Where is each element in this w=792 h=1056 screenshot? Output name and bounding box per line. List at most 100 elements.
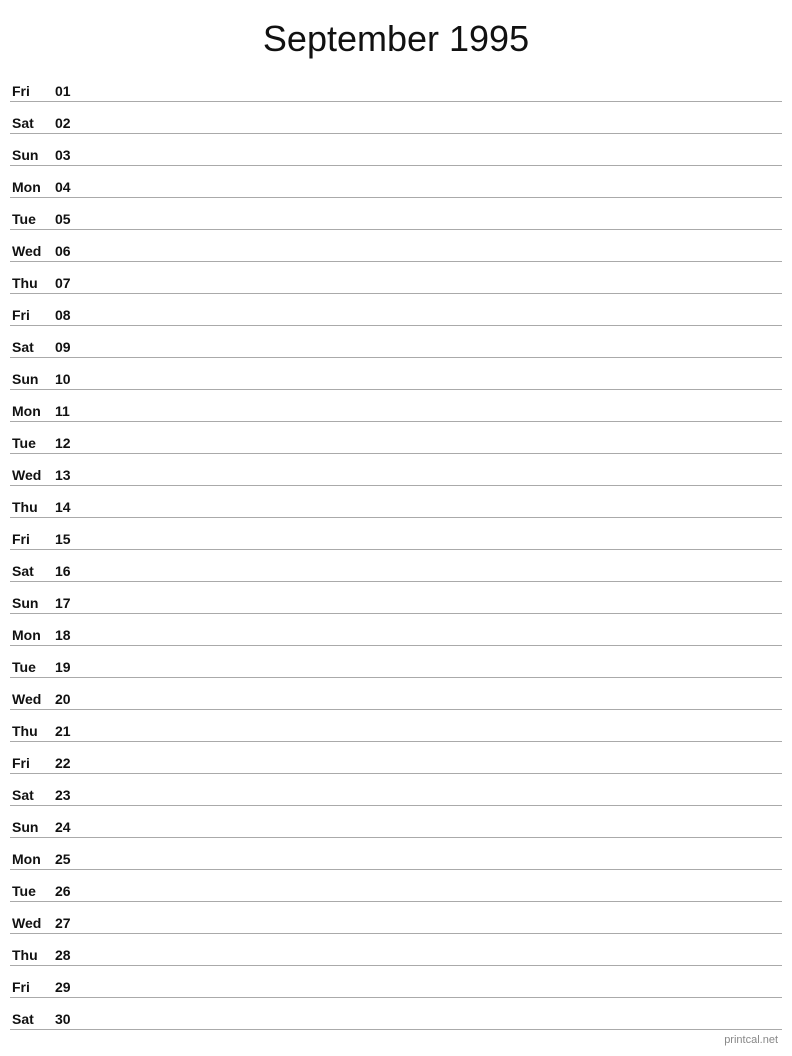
day-line xyxy=(87,674,782,675)
day-name: Fri xyxy=(10,979,55,995)
day-number: 02 xyxy=(55,115,87,131)
day-line xyxy=(87,130,782,131)
day-name: Tue xyxy=(10,659,55,675)
day-number: 18 xyxy=(55,627,87,643)
day-row: Fri15 xyxy=(10,518,782,550)
day-row: Sat09 xyxy=(10,326,782,358)
day-line xyxy=(87,546,782,547)
day-name: Wed xyxy=(10,915,55,931)
day-number: 07 xyxy=(55,275,87,291)
day-row: Tue12 xyxy=(10,422,782,454)
day-number: 24 xyxy=(55,819,87,835)
day-row: Wed20 xyxy=(10,678,782,710)
day-name: Thu xyxy=(10,499,55,515)
day-number: 15 xyxy=(55,531,87,547)
day-name: Sun xyxy=(10,819,55,835)
day-line xyxy=(87,866,782,867)
day-name: Fri xyxy=(10,83,55,99)
day-name: Sun xyxy=(10,595,55,611)
day-name: Fri xyxy=(10,531,55,547)
day-name: Sat xyxy=(10,115,55,131)
day-row: Fri29 xyxy=(10,966,782,998)
day-name: Sat xyxy=(10,787,55,803)
day-row: Mon18 xyxy=(10,614,782,646)
day-name: Mon xyxy=(10,179,55,195)
day-row: Thu07 xyxy=(10,262,782,294)
day-name: Fri xyxy=(10,307,55,323)
day-line xyxy=(87,258,782,259)
day-row: Fri22 xyxy=(10,742,782,774)
page-title: September 1995 xyxy=(0,0,792,70)
day-line xyxy=(87,514,782,515)
day-number: 26 xyxy=(55,883,87,899)
day-name: Tue xyxy=(10,435,55,451)
day-line xyxy=(87,226,782,227)
day-number: 21 xyxy=(55,723,87,739)
day-line xyxy=(87,706,782,707)
day-number: 06 xyxy=(55,243,87,259)
day-line xyxy=(87,962,782,963)
calendar-container: Fri01Sat02Sun03Mon04Tue05Wed06Thu07Fri08… xyxy=(0,70,792,1030)
day-row: Mon04 xyxy=(10,166,782,198)
day-row: Mon25 xyxy=(10,838,782,870)
day-line xyxy=(87,1026,782,1027)
day-number: 16 xyxy=(55,563,87,579)
day-number: 17 xyxy=(55,595,87,611)
day-row: Fri08 xyxy=(10,294,782,326)
day-row: Sun10 xyxy=(10,358,782,390)
day-name: Wed xyxy=(10,467,55,483)
day-number: 13 xyxy=(55,467,87,483)
day-name: Sat xyxy=(10,1011,55,1027)
day-number: 03 xyxy=(55,147,87,163)
day-row: Sat02 xyxy=(10,102,782,134)
day-name: Sun xyxy=(10,147,55,163)
day-row: Sun24 xyxy=(10,806,782,838)
day-row: Sun17 xyxy=(10,582,782,614)
day-name: Mon xyxy=(10,627,55,643)
day-line xyxy=(87,450,782,451)
day-line xyxy=(87,354,782,355)
day-row: Wed13 xyxy=(10,454,782,486)
day-name: Thu xyxy=(10,947,55,963)
day-number: 11 xyxy=(55,403,87,419)
day-number: 10 xyxy=(55,371,87,387)
day-name: Thu xyxy=(10,723,55,739)
day-number: 25 xyxy=(55,851,87,867)
day-row: Tue19 xyxy=(10,646,782,678)
day-number: 27 xyxy=(55,915,87,931)
day-line xyxy=(87,418,782,419)
day-row: Sat30 xyxy=(10,998,782,1030)
day-line xyxy=(87,578,782,579)
day-number: 23 xyxy=(55,787,87,803)
day-line xyxy=(87,386,782,387)
day-row: Sat16 xyxy=(10,550,782,582)
day-number: 20 xyxy=(55,691,87,707)
day-number: 28 xyxy=(55,947,87,963)
day-row: Thu28 xyxy=(10,934,782,966)
day-name: Tue xyxy=(10,211,55,227)
day-line xyxy=(87,290,782,291)
day-name: Fri xyxy=(10,755,55,771)
day-name: Sat xyxy=(10,339,55,355)
day-number: 30 xyxy=(55,1011,87,1027)
day-line xyxy=(87,802,782,803)
day-number: 29 xyxy=(55,979,87,995)
day-number: 05 xyxy=(55,211,87,227)
day-line xyxy=(87,194,782,195)
day-name: Mon xyxy=(10,851,55,867)
footer-credit: printcal.net xyxy=(724,1034,778,1046)
day-line xyxy=(87,994,782,995)
day-row: Tue05 xyxy=(10,198,782,230)
day-line xyxy=(87,322,782,323)
day-line xyxy=(87,98,782,99)
day-row: Sat23 xyxy=(10,774,782,806)
day-number: 01 xyxy=(55,83,87,99)
day-number: 12 xyxy=(55,435,87,451)
day-name: Tue xyxy=(10,883,55,899)
day-line xyxy=(87,930,782,931)
day-line xyxy=(87,642,782,643)
day-name: Wed xyxy=(10,691,55,707)
day-row: Wed27 xyxy=(10,902,782,934)
day-line xyxy=(87,834,782,835)
day-line xyxy=(87,482,782,483)
